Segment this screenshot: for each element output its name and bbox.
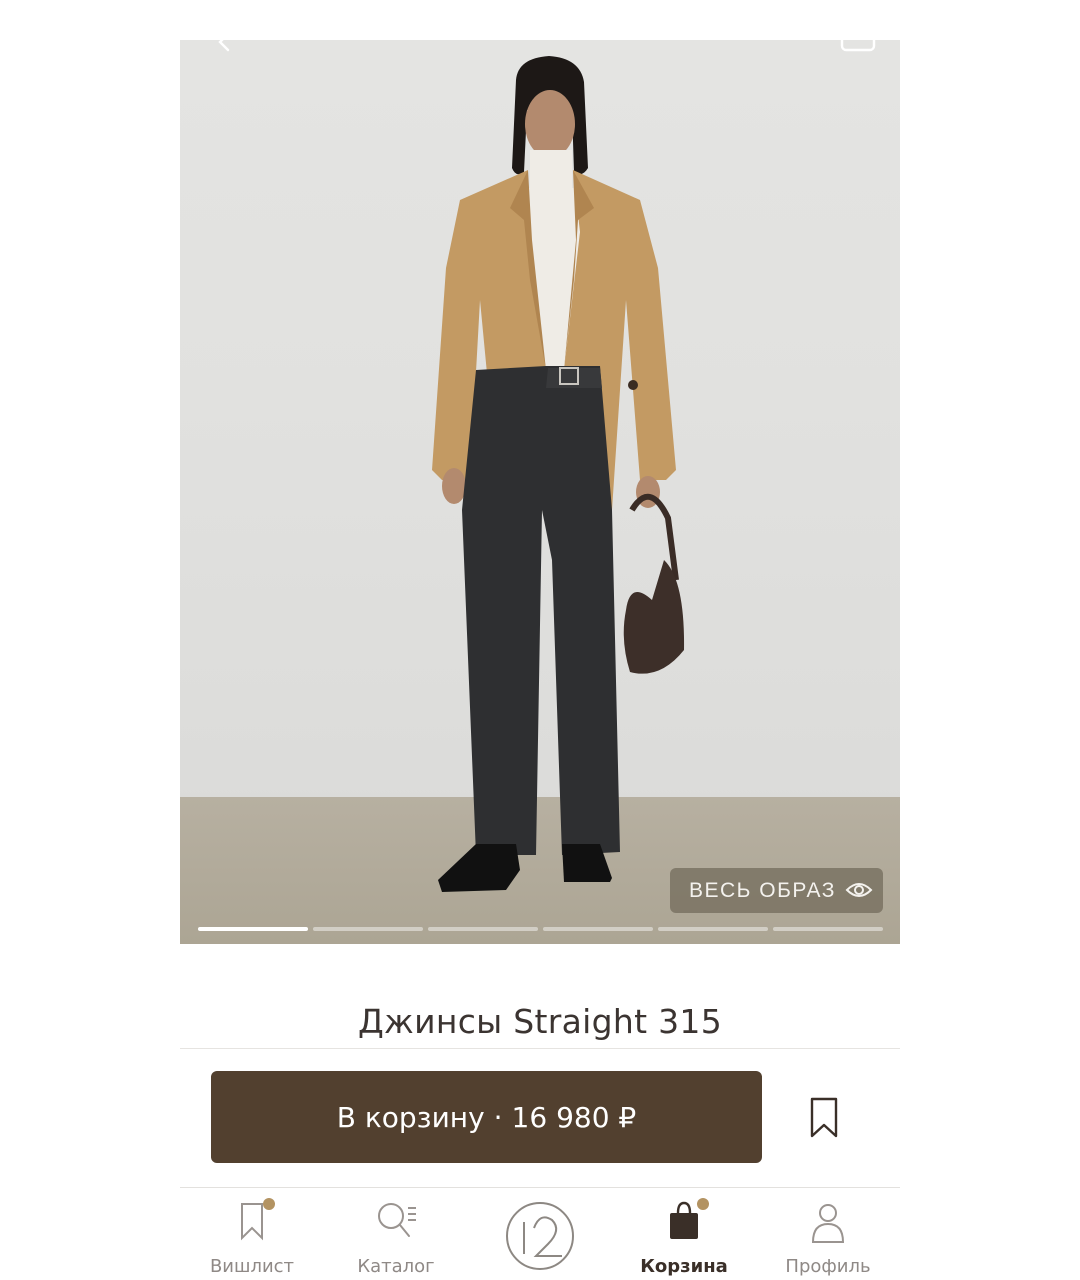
divider [180,1048,900,1049]
add-to-cart-button[interactable]: В корзину · 16 980 ₽ [211,1071,762,1163]
catalog-search-icon [378,1203,416,1237]
share-icon[interactable] [840,40,876,52]
tab-profile[interactable]: Профиль [763,1188,893,1280]
tab-wishlist[interactable]: Вишлист [187,1188,317,1280]
brand-logo-12 [506,1202,574,1270]
bookmark-icon [241,1203,263,1241]
pager-segment[interactable] [198,927,308,931]
cart-button-label: В корзину [336,1100,485,1134]
eye-icon [845,883,873,897]
profile-icon [811,1204,845,1243]
back-arrow-icon[interactable] [214,40,236,56]
product-photo[interactable]: ВЕСЬ ОБРАЗ [180,40,900,944]
tab-label: Каталог [357,1256,435,1277]
pager-segment[interactable] [313,927,423,931]
tab-cart[interactable]: Корзина [619,1188,749,1280]
full-look-label: ВЕСЬ ОБРАЗ [689,878,836,902]
image-pager [198,927,883,931]
cart-badge-dot [697,1198,709,1210]
shopping-bag-icon [670,1201,698,1239]
pager-segment[interactable] [658,927,768,931]
pager-segment[interactable] [543,927,653,931]
tab-home-logo[interactable] [474,1188,604,1280]
product-screen: ВЕСЬ ОБРАЗ Джинсы Straight 315 В корзину… [180,40,900,1280]
cart-button-price: 16 980 ₽ [511,1100,637,1134]
tab-label: Вишлист [209,1256,295,1277]
bottom-tab-bar: Вишлист Каталог Корзина Профиль [180,1187,900,1280]
pager-segment[interactable] [428,927,538,931]
cart-button-separator: · [493,1100,503,1134]
pager-segment[interactable] [773,927,883,931]
tab-label: Профиль [785,1256,871,1277]
model-figure [432,56,685,892]
tab-catalog[interactable]: Каталог [331,1188,461,1280]
wishlist-badge-dot [263,1198,275,1210]
product-title: Джинсы Straight 315 [357,1002,723,1041]
tab-label: Корзина [640,1256,728,1277]
full-look-button[interactable]: ВЕСЬ ОБРАЗ [670,868,883,913]
wishlist-bookmark-icon[interactable] [808,1097,840,1139]
